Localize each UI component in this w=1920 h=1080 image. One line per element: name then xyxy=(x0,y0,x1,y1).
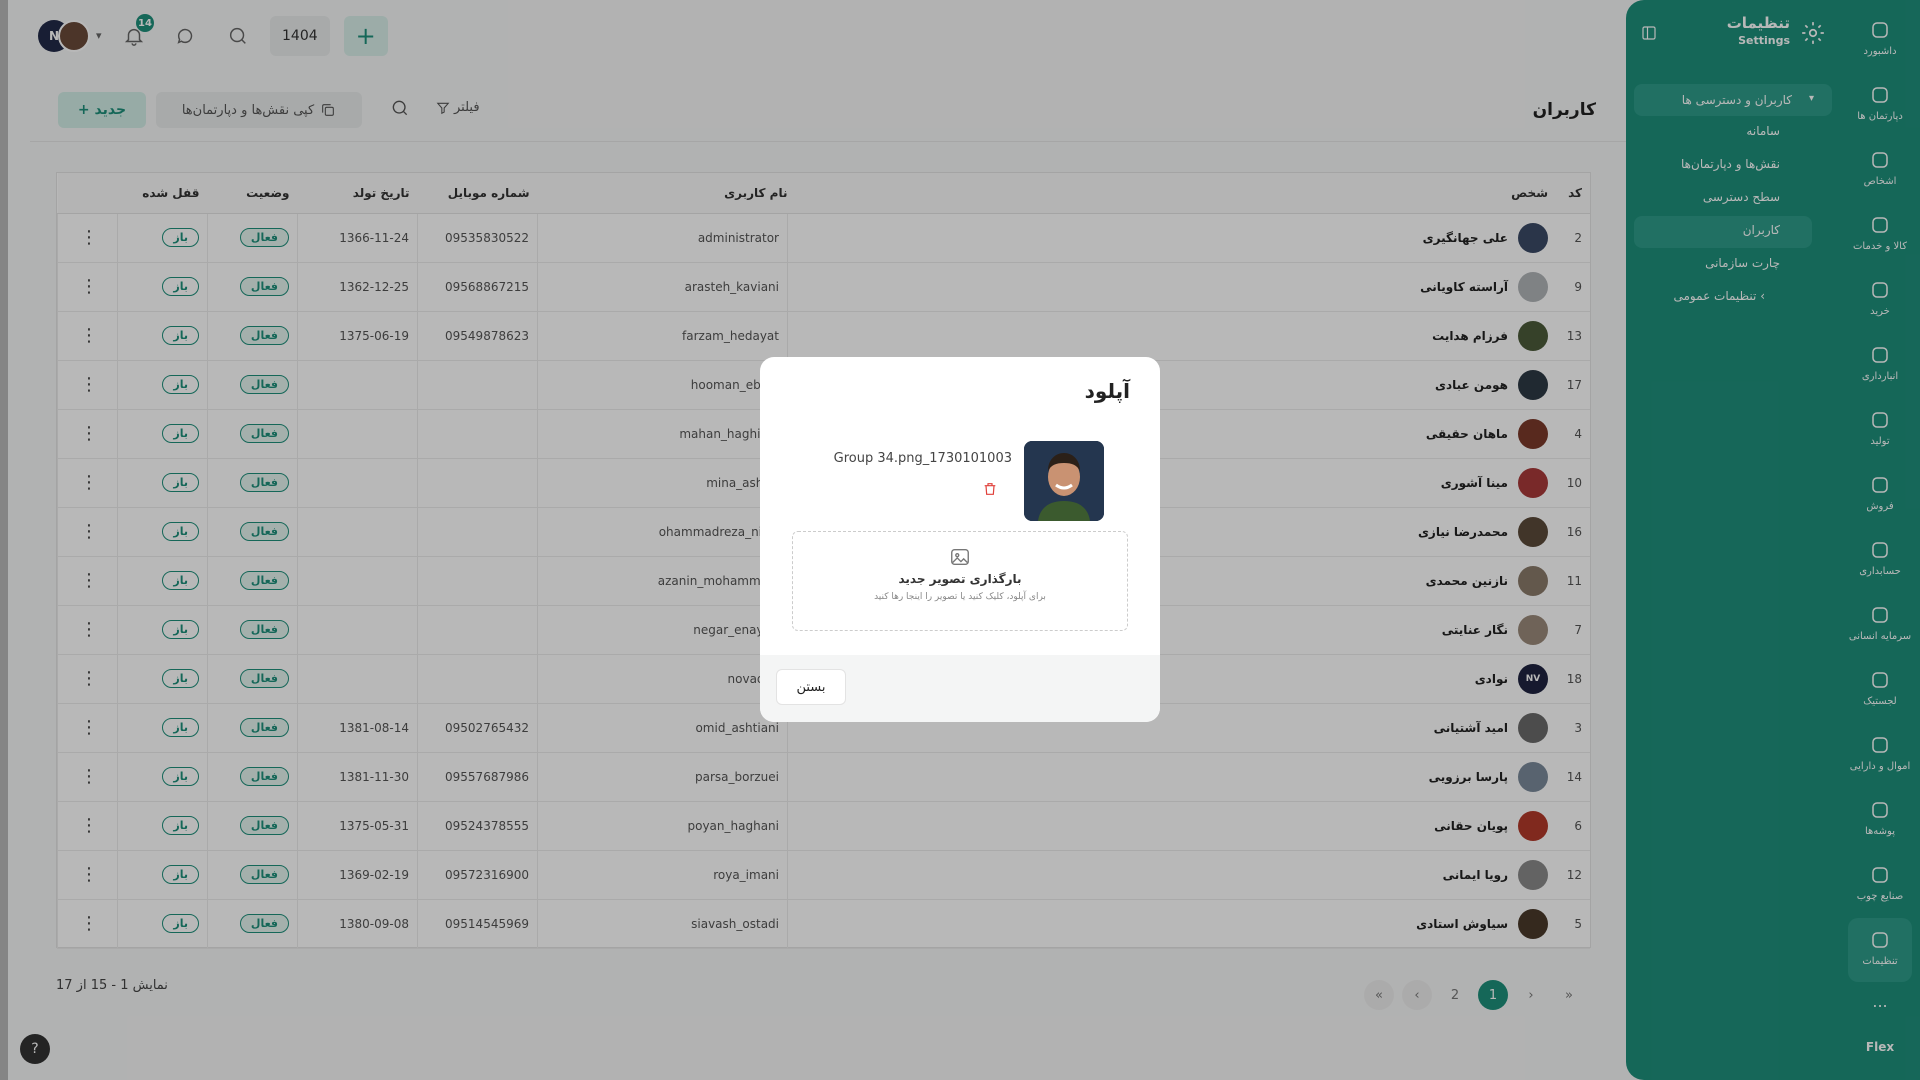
app-page: N ▾ 14 1404 + کاربران + جدید کپی نقش‌ها … xyxy=(0,0,1920,1080)
image-upload-icon xyxy=(951,548,969,566)
upload-hint: برای آپلود، کلیک کنید یا تصویر را اینجا … xyxy=(874,592,1046,602)
dialog-title: آپلود xyxy=(1084,379,1130,403)
upload-dialog: آپلود Group 34.png_1730101003 بارگذاری ت… xyxy=(760,357,1160,722)
upload-title: بارگذاری تصویر جدید xyxy=(898,572,1022,586)
uploaded-image-thumbnail xyxy=(1024,441,1104,521)
delete-icon[interactable] xyxy=(982,481,998,497)
dialog-footer: بستن xyxy=(760,655,1160,722)
upload-dropzone[interactable]: بارگذاری تصویر جدید برای آپلود، کلیک کنی… xyxy=(792,531,1128,631)
portrait-image xyxy=(1024,441,1104,521)
close-button[interactable]: بستن xyxy=(776,669,846,705)
uploaded-file-name: Group 34.png_1730101003 xyxy=(833,451,1012,466)
